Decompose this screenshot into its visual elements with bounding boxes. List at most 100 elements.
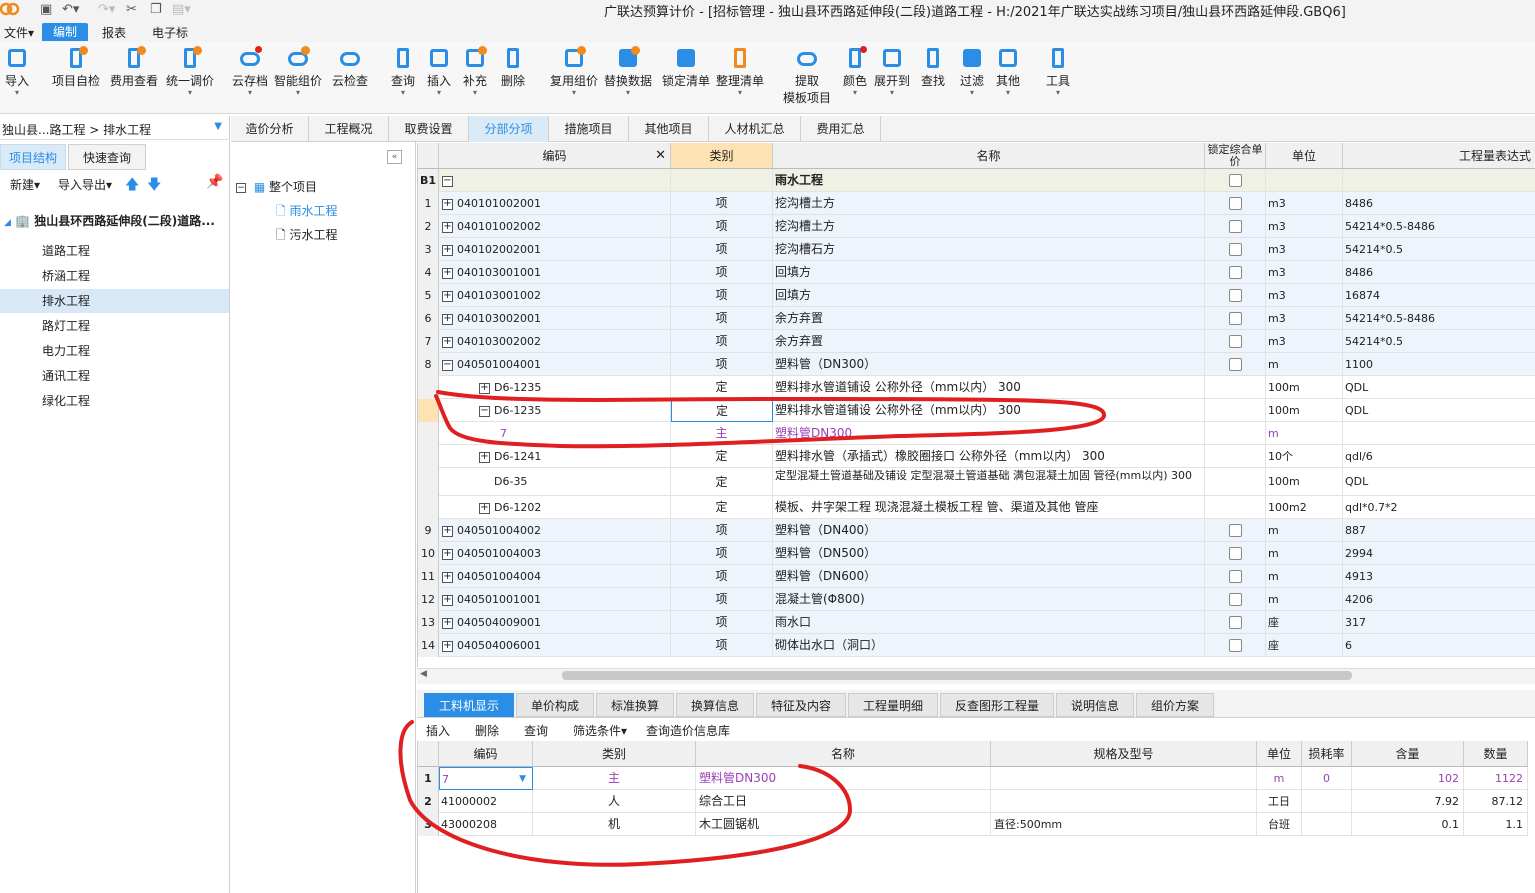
kind-cell[interactable]: 项 [671, 565, 773, 588]
expr-cell[interactable]: 8486 [1343, 192, 1535, 215]
redo-icon[interactable]: ↷▾ [98, 2, 115, 17]
unit-cell[interactable]: 座 [1266, 634, 1343, 657]
code-cell[interactable]: +040101002002 [439, 215, 671, 238]
expand-to-button[interactable]: 展开到 ▾ [872, 46, 912, 97]
loss-rate-cell[interactable] [1302, 813, 1352, 836]
lock-checkbox[interactable] [1228, 197, 1242, 210]
tab-quantity-detail[interactable]: 工程量明细 [848, 693, 938, 717]
lock-cell[interactable] [1205, 330, 1266, 353]
lock-checkbox[interactable] [1228, 358, 1242, 371]
lock-cell[interactable] [1205, 445, 1266, 468]
code-cell[interactable]: 7 [439, 422, 671, 445]
query-price-db-button[interactable]: 查询造价信息库 [646, 722, 730, 739]
code-cell[interactable]: −040501004001 [439, 353, 671, 376]
kind-cell[interactable]: 主 [671, 422, 773, 445]
kind-cell[interactable]: 项 [671, 542, 773, 565]
tree-item-telecom[interactable]: 通讯工程 [42, 365, 90, 387]
lock-cell[interactable] [1205, 611, 1266, 634]
code-cell[interactable]: 41000002 [439, 790, 533, 813]
spec-cell[interactable]: 直径:500mm [991, 813, 1257, 836]
extract-template-button[interactable]: 提取 模板项目 [780, 46, 834, 106]
name-cell[interactable]: 塑料管（DN300） [773, 353, 1205, 376]
column-header-loss[interactable]: 损耗率 [1302, 741, 1352, 767]
division-items-grid[interactable]: 编码 ✕ 类别 名称 锁定综合单价 单位 工程量表达式 B1− 雨水工程 1 +0401… [417, 143, 1535, 667]
name-cell[interactable]: 雨水工程 [773, 169, 1205, 192]
amount-cell[interactable]: 1122 [1464, 767, 1528, 790]
lock-cell[interactable] [1205, 284, 1266, 307]
scroll-thumb[interactable] [562, 671, 1352, 680]
quota-row[interactable]: + D6-1235 定塑料排水管道铺设 公称外径（mm以内） 300 100m QDL [418, 376, 1535, 399]
tree-root[interactable]: ◢ 🏢 独山县环西路延伸段(二段)道路... [4, 212, 215, 229]
kind-cell[interactable]: 项 [671, 215, 773, 238]
find-button[interactable]: 查找 [918, 46, 948, 89]
tree-item-road[interactable]: 道路工程 [42, 240, 90, 262]
column-header-amount[interactable]: 数量 [1464, 741, 1528, 767]
tree-item-drainage[interactable]: 排水工程 [42, 290, 90, 312]
lock-checkbox[interactable] [1228, 547, 1242, 560]
unit-cell[interactable]: m3 [1266, 261, 1343, 284]
tab-pricing-scheme[interactable]: 组价方案 [1136, 693, 1214, 717]
bill-item-row[interactable]: 2 +040101002002 项挖沟槽土方 m3 54214*0.5-8486 [418, 215, 1535, 238]
app-logo-icon[interactable] [0, 0, 20, 16]
bill-item-row[interactable]: 1 +040101002001 项挖沟槽土方 m3 8486 [418, 192, 1535, 215]
expand-icon[interactable]: + [442, 290, 453, 302]
kind-cell[interactable]: 定 [671, 399, 773, 422]
kind-cell[interactable] [671, 169, 773, 192]
collapse-icon[interactable]: − [442, 175, 453, 187]
menu-report[interactable]: 报表 [98, 24, 130, 41]
code-cell[interactable]: + D6-1241 [439, 445, 671, 468]
loss-rate-cell[interactable]: 0 [1302, 767, 1352, 790]
copy-icon[interactable]: ❐ [150, 2, 162, 17]
name-cell[interactable]: 塑料管DN300 [773, 422, 1205, 445]
expand-icon[interactable]: + [442, 571, 453, 583]
bill-item-row[interactable]: 12 +040501001001 项混凝土管(Φ800) m 4206 [418, 588, 1535, 611]
cut-icon[interactable]: ✂ [126, 2, 137, 17]
expr-cell[interactable]: 317 [1343, 611, 1535, 634]
lock-checkbox[interactable] [1228, 174, 1242, 187]
expr-cell[interactable]: 54214*0.5 [1343, 238, 1535, 261]
unit-cell[interactable]: 工日 [1257, 790, 1302, 813]
lock-cell[interactable] [1205, 422, 1266, 445]
loss-rate-cell[interactable] [1302, 790, 1352, 813]
bottom-insert-button[interactable]: 插入 [426, 722, 450, 739]
expr-cell[interactable]: QDL [1343, 376, 1535, 399]
lock-cell[interactable] [1205, 215, 1266, 238]
bill-item-row[interactable]: 9 +040501004002 项塑料管（DN400） m 887 [418, 519, 1535, 542]
new-button[interactable]: 新建▾ [10, 176, 40, 193]
unit-cell[interactable]: 100m [1266, 468, 1343, 496]
lock-checkbox[interactable] [1228, 266, 1242, 279]
column-header-name[interactable]: 名称 [696, 741, 991, 767]
division-item-rain[interactable]: 🗋 雨水工程 [276, 202, 338, 223]
query-button[interactable]: 查询 ▾ [388, 46, 418, 97]
undo-icon[interactable]: ↶▾ [62, 2, 79, 17]
menu-file[interactable]: 文件▾ [0, 24, 38, 41]
lock-cell[interactable] [1205, 169, 1266, 192]
expand-icon[interactable]: + [479, 382, 490, 394]
tree-item-power[interactable]: 电力工程 [42, 340, 90, 362]
expand-icon[interactable]: + [442, 336, 453, 348]
kind-cell[interactable]: 项 [671, 238, 773, 261]
name-cell[interactable]: 塑料排水管道铺设 公称外径（mm以内） 300 [773, 399, 1205, 422]
resource-row[interactable]: 1 7 ▼ 主塑料管DN300 m 0 102 1122 [418, 767, 1528, 790]
lock-cell[interactable] [1205, 261, 1266, 284]
bottom-query-button[interactable]: 查询 [524, 722, 548, 739]
cloud-archive-button[interactable]: 云存档 ▾ [230, 46, 270, 97]
move-down-icon[interactable]: 🡇 [147, 174, 161, 198]
tab-standard-conversion[interactable]: 标准换算 [596, 693, 674, 717]
code-cell[interactable]: +040103001002 [439, 284, 671, 307]
tab-fee-summary[interactable]: 费用汇总 [801, 116, 881, 142]
quota-row[interactable]: + D6-1202 定模板、井字架工程 现浇混凝土模板工程 管、渠道及其他 管座 10… [418, 496, 1535, 519]
unit-cell[interactable]: m3 [1266, 238, 1343, 261]
save-icon[interactable]: ▣ [40, 2, 52, 17]
section-row[interactable]: B1− 雨水工程 [418, 169, 1535, 192]
expr-cell[interactable]: 1100 [1343, 353, 1535, 376]
reuse-price-button[interactable]: 复用组价 ▾ [548, 46, 600, 97]
expr-cell[interactable]: 16874 [1343, 284, 1535, 307]
expand-icon[interactable]: + [442, 244, 453, 256]
tab-quick-query[interactable]: 快速查询 [68, 144, 146, 170]
name-cell[interactable]: 挖沟槽土方 [773, 192, 1205, 215]
column-header-lock[interactable]: 锁定综合单价 [1205, 143, 1266, 169]
column-header-name[interactable]: 名称 [773, 143, 1205, 169]
bill-item-row[interactable]: 14 +040504006001 项砌体出水口（洞口） 座 6 [418, 634, 1535, 657]
lock-checkbox[interactable] [1228, 639, 1242, 652]
